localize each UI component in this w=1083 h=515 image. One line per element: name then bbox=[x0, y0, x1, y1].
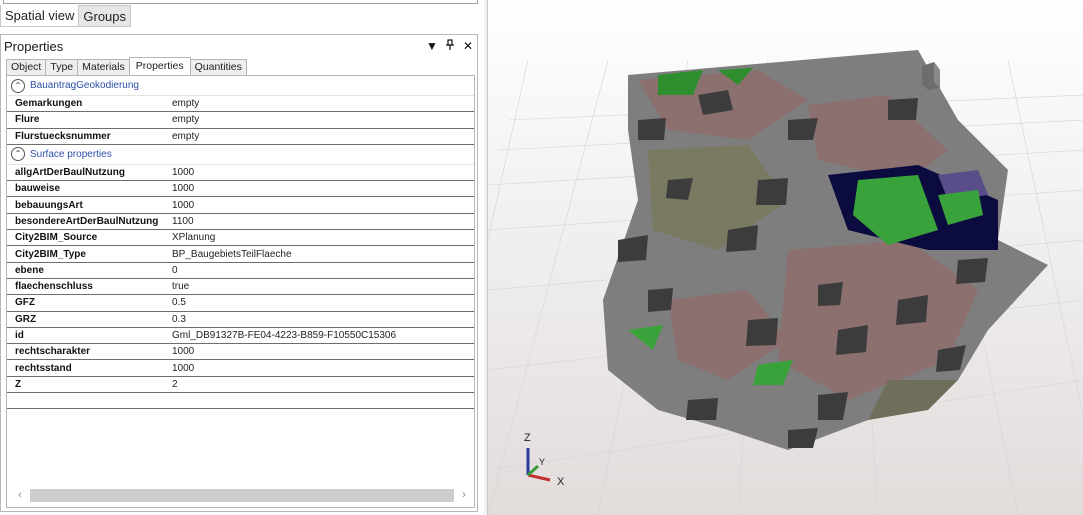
menu-dropdown-icon[interactable]: ▼ bbox=[423, 39, 441, 53]
property-name: rechtsstand bbox=[15, 362, 72, 374]
property-value: empty bbox=[172, 98, 200, 110]
category-label: Surface properties bbox=[30, 148, 112, 160]
property-name: City2BIM_Source bbox=[15, 232, 98, 244]
properties-tabs: Object Type Materials Properties Quantit… bbox=[6, 57, 247, 76]
tab-materials[interactable]: Materials bbox=[77, 59, 130, 76]
left-panel: Spatial view Groups Properties ▼ ✕ Objec… bbox=[0, 0, 484, 515]
property-row[interactable]: Gemarkungen empty bbox=[7, 96, 474, 113]
property-row[interactable]: allgArtDerBaulNutzung 1000 bbox=[7, 165, 474, 182]
property-value: true bbox=[172, 281, 190, 293]
property-name: Gemarkungen bbox=[15, 98, 83, 110]
category-header[interactable]: ⌃ BauantragGeokodierung bbox=[7, 76, 474, 96]
property-value: Gml_DB91327B-FE04-4223-B859-F10550C15306 bbox=[172, 330, 397, 341]
property-name: GFZ bbox=[15, 297, 35, 309]
property-row[interactable]: GFZ 0.5 bbox=[7, 295, 474, 312]
horizontal-scrollbar[interactable]: ‹ › bbox=[13, 487, 471, 503]
collapse-icon[interactable]: ⌃ bbox=[11, 147, 25, 162]
property-value: 1000 bbox=[172, 346, 195, 358]
z-axis-label: Z bbox=[524, 432, 531, 444]
property-row[interactable]: rechtscharakter 1000 bbox=[7, 344, 474, 361]
property-row[interactable]: bauweise 1000 bbox=[7, 181, 474, 198]
tab-type[interactable]: Type bbox=[45, 59, 79, 76]
x-axis-label: X bbox=[557, 476, 565, 488]
empty-row bbox=[7, 393, 474, 410]
property-value: 0.3 bbox=[172, 313, 186, 325]
property-row[interactable]: id Gml_DB91327B-FE04-4223-B859-F10550C153… bbox=[7, 328, 474, 345]
property-value: 1000 bbox=[172, 199, 195, 211]
tower-model bbox=[922, 62, 940, 90]
property-name: rechtscharakter bbox=[15, 346, 91, 358]
tab-spatial-view[interactable]: Spatial view bbox=[0, 5, 80, 27]
property-value: empty bbox=[172, 130, 200, 142]
tab-properties[interactable]: Properties bbox=[128, 57, 191, 76]
property-grid: ⌃ BauantragGeokodierung Gemarkungen empt… bbox=[6, 75, 475, 508]
property-value: 1000 bbox=[172, 167, 195, 179]
property-name: ebene bbox=[15, 264, 44, 276]
property-name: flaechenschluss bbox=[15, 281, 93, 293]
property-value: BP_BaugebietsTeilFlaeche bbox=[172, 248, 292, 260]
terrain-scene bbox=[488, 50, 1083, 515]
collapse-icon[interactable]: ⌃ bbox=[11, 78, 25, 93]
properties-title: Properties bbox=[4, 38, 64, 54]
property-row[interactable]: City2BIM_Type BP_BaugebietsTeilFlaeche bbox=[7, 246, 474, 263]
property-row[interactable]: City2BIM_Source XPlanung bbox=[7, 230, 474, 247]
property-value: 1000 bbox=[172, 183, 195, 195]
property-name: besondereArtDerBaulNutzung bbox=[15, 215, 159, 227]
properties-header: Properties ▼ ✕ bbox=[1, 35, 477, 57]
property-name: Z bbox=[15, 378, 22, 390]
property-value: 2 bbox=[172, 378, 178, 390]
property-name: Flure bbox=[15, 114, 40, 126]
category-label: BauantragGeokodierung bbox=[30, 80, 139, 91]
category-header[interactable]: ⌃ Surface properties bbox=[7, 145, 474, 165]
property-row[interactable]: ebene 0 bbox=[7, 263, 474, 279]
property-name: City2BIM_Type bbox=[15, 248, 86, 260]
view-tab-strip: Spatial view Groups bbox=[0, 5, 132, 27]
property-value: 0.5 bbox=[172, 297, 186, 309]
property-row[interactable]: flaechenschluss true bbox=[7, 279, 474, 296]
pin-icon[interactable] bbox=[441, 38, 459, 54]
property-value: 0 bbox=[172, 264, 178, 276]
property-row[interactable]: besondereArtDerBaulNutzung 1100 bbox=[7, 214, 474, 231]
property-value: 1000 bbox=[172, 362, 195, 374]
y-axis-label: Y bbox=[539, 457, 546, 467]
property-row[interactable]: GRZ 0.3 bbox=[7, 312, 474, 328]
scroll-right-icon[interactable]: › bbox=[457, 489, 471, 501]
property-row[interactable]: Z2 bbox=[7, 377, 474, 394]
property-name: GRZ bbox=[15, 313, 37, 325]
close-icon[interactable]: ✕ bbox=[459, 39, 477, 53]
scroll-left-icon[interactable]: ‹ bbox=[13, 489, 27, 501]
property-value: 1100 bbox=[172, 215, 194, 227]
tab-quantities[interactable]: Quantities bbox=[189, 59, 247, 76]
property-name: bauweise bbox=[15, 183, 61, 195]
3d-viewport[interactable]: Z Y X bbox=[487, 0, 1083, 515]
tab-object[interactable]: Object bbox=[6, 59, 47, 76]
property-name: bebauungsArt bbox=[15, 199, 83, 211]
tab-groups[interactable]: Groups bbox=[78, 5, 132, 27]
property-row[interactable]: Flure empty bbox=[7, 112, 474, 129]
property-row[interactable]: Flurstuecksnummer empty bbox=[7, 129, 474, 145]
property-name: id bbox=[15, 330, 24, 341]
property-row[interactable]: bebauungsArt 1000 bbox=[7, 197, 474, 214]
top-panel-edge bbox=[3, 0, 478, 4]
property-name: allgArtDerBaulNutzung bbox=[15, 167, 125, 179]
scrollbar-thumb[interactable] bbox=[30, 488, 454, 502]
property-value: XPlanung bbox=[172, 232, 216, 244]
property-name: Flurstuecksnummer bbox=[15, 130, 111, 142]
property-row[interactable]: rechtsstand 1000 bbox=[7, 360, 474, 377]
properties-panel: Properties ▼ ✕ Object Type Materials Pro… bbox=[0, 34, 478, 512]
property-value: empty bbox=[172, 114, 200, 126]
